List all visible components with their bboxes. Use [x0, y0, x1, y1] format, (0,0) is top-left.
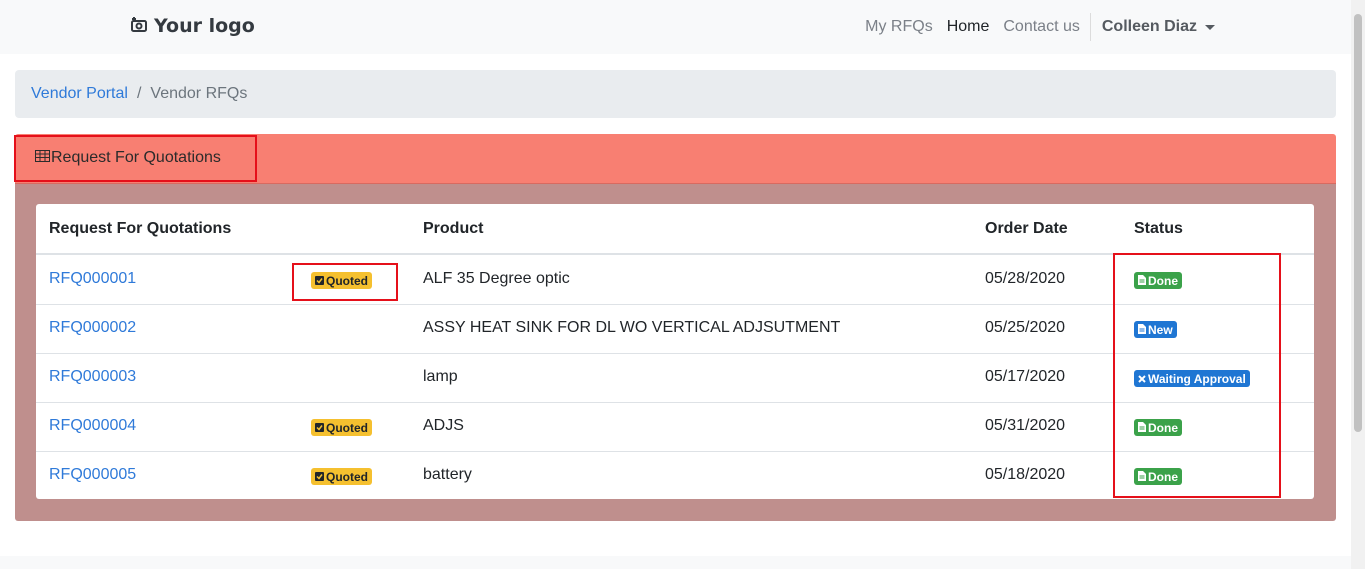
user-menu-toggle[interactable]: Colleen Diaz [1094, 18, 1223, 36]
highlight-box-status [1113, 253, 1281, 498]
rfq-link[interactable]: RFQ000003 [49, 368, 136, 386]
rfq-link[interactable]: RFQ000002 [49, 319, 136, 337]
quoted-badge-label: Quoted [326, 420, 368, 435]
user-name: Colleen Diaz [1101, 18, 1197, 35]
header-order-date: Order Date [985, 220, 1068, 237]
nav-link-my-rfqs[interactable]: My RFQs [858, 18, 940, 36]
nav-divider [1089, 13, 1091, 41]
logo-text: Your logo [154, 15, 255, 37]
quoted-badge: Quoted [311, 468, 372, 485]
order-date-cell: 05/31/2020 [985, 417, 1066, 434]
quoted-badge: Quoted [311, 419, 372, 436]
product-cell: lamp [423, 368, 458, 385]
rfq-link[interactable]: RFQ000005 [49, 466, 136, 484]
check-square-icon [315, 471, 324, 483]
breadcrumb-vendor-portal[interactable]: Vendor Portal [31, 85, 128, 103]
scrollbar-thumb[interactable] [1354, 14, 1362, 432]
order-date-cell: 05/28/2020 [985, 270, 1066, 287]
check-square-icon [315, 422, 324, 434]
camera-icon [130, 16, 148, 37]
order-date-cell: 05/25/2020 [985, 319, 1066, 336]
header-rfq: Request For Quotations [49, 220, 232, 237]
product-cell: ALF 35 Degree optic [423, 270, 570, 287]
top-navbar: Your logo My RFQs Home Contact us Collee… [0, 0, 1351, 54]
rfq-link[interactable]: RFQ000004 [49, 417, 136, 435]
nav-links: My RFQs Home Contact us Colleen Diaz [858, 0, 1223, 54]
breadcrumb-current: Vendor RFQs [150, 85, 248, 102]
header-product: Product [423, 220, 484, 237]
order-date-cell: 05/18/2020 [985, 466, 1066, 483]
footer [0, 556, 1351, 569]
quoted-badge-label: Quoted [326, 469, 368, 484]
breadcrumb: Vendor Portal / Vendor RFQs [15, 70, 1336, 118]
brand-logo[interactable]: Your logo [130, 14, 255, 38]
breadcrumb-separator: / [136, 85, 142, 102]
nav-link-home[interactable]: Home [940, 18, 997, 36]
highlight-box-quoted [292, 263, 398, 301]
nav-link-contact-us[interactable]: Contact us [996, 18, 1086, 36]
highlight-box-card-title [14, 135, 257, 182]
product-cell: ASSY HEAT SINK FOR DL WO VERTICAL ADJSUT… [423, 319, 841, 336]
vertical-scrollbar[interactable] [1351, 0, 1365, 569]
header-status: Status [1134, 220, 1183, 237]
product-cell: battery [423, 466, 472, 483]
caret-down-icon [1205, 24, 1215, 30]
order-date-cell: 05/17/2020 [985, 368, 1066, 385]
rfq-link[interactable]: RFQ000001 [49, 270, 136, 288]
product-cell: ADJS [423, 417, 464, 434]
